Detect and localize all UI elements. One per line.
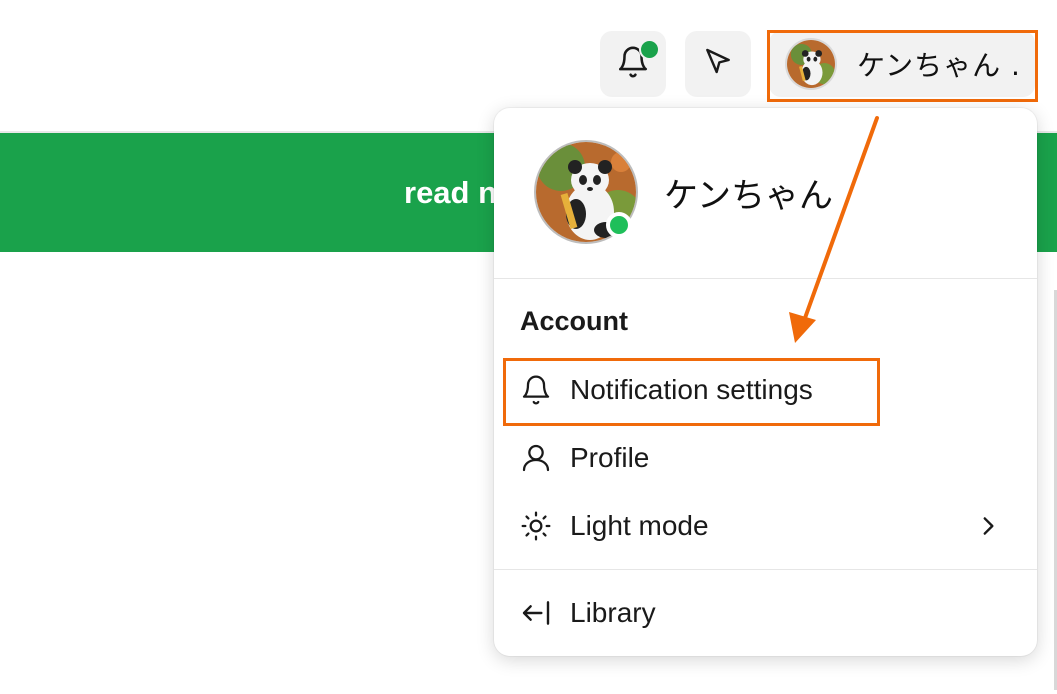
- menu-divider: [494, 569, 1037, 570]
- user-name: ケンちゃん .: [857, 49, 1021, 82]
- menu-divider: [494, 278, 1037, 279]
- menu-item-label: Light mode: [570, 510, 709, 541]
- unread-indicator: [639, 39, 660, 60]
- notifications-button[interactable]: [600, 31, 666, 97]
- menu-item-notification-settings[interactable]: Notification settings: [504, 359, 1027, 421]
- page: ケンちゃん . read n ケンちゃん Account Notificatio…: [0, 0, 1057, 694]
- dropdown-profile-header: ケンちゃん: [494, 108, 1037, 278]
- send-button[interactable]: [685, 31, 751, 97]
- online-status-dot: [606, 212, 632, 238]
- account-section-title: Account: [520, 306, 628, 336]
- arrow-left-bar-icon: [516, 593, 556, 633]
- menu-item-library[interactable]: Library: [504, 582, 1027, 644]
- chevron-right-icon: [975, 512, 1001, 544]
- menu-item-label: Notification settings: [570, 374, 813, 405]
- menu-item-light-mode[interactable]: Light mode: [504, 495, 1027, 557]
- avatar: [787, 40, 835, 88]
- banner-text: read n: [404, 175, 498, 210]
- menu-item-label: Library: [570, 597, 656, 628]
- profile-name: ケンちゃん: [664, 176, 833, 216]
- send-icon: [702, 46, 734, 82]
- profile-avatar-wrap: [534, 140, 638, 244]
- user-icon: [516, 438, 556, 478]
- user-dropdown-menu: ケンちゃん Account Notification settings Prof…: [494, 108, 1037, 656]
- user-menu-button[interactable]: ケンちゃん .: [769, 31, 1035, 97]
- menu-item-label: Profile: [570, 442, 650, 473]
- menu-item-profile[interactable]: Profile: [504, 427, 1027, 489]
- sun-icon: [516, 506, 556, 546]
- bell-icon: [516, 370, 556, 410]
